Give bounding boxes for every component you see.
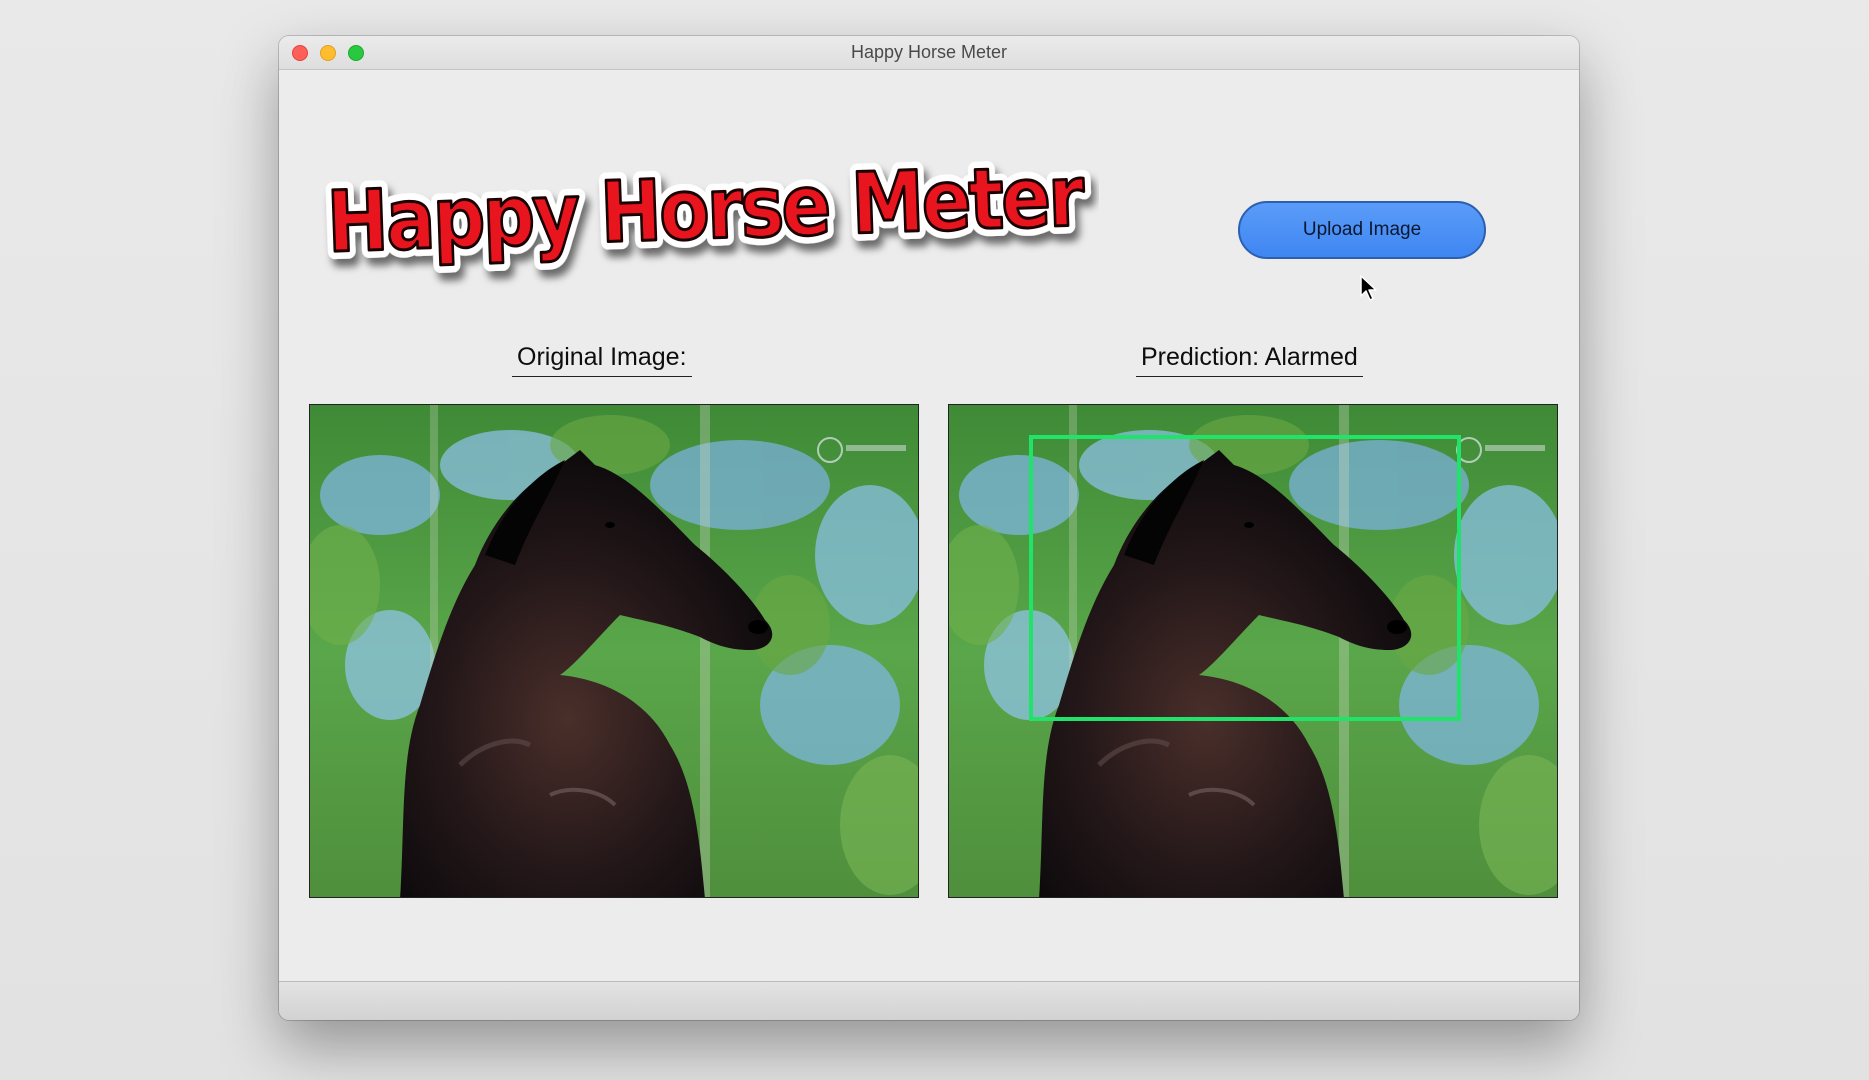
mouse-pointer-icon — [1359, 274, 1379, 302]
app-logo: Happy Horse Meter Happy Horse Meter — [319, 126, 1099, 296]
detection-bounding-box — [1029, 435, 1461, 721]
original-image — [309, 404, 919, 898]
prediction-image — [948, 404, 1558, 898]
logo-text: Happy Horse Meter — [325, 147, 1086, 271]
title-bar[interactable]: Happy Horse Meter — [279, 36, 1579, 70]
original-image-caption: Original Image: — [512, 342, 692, 377]
minimize-icon[interactable] — [320, 45, 336, 61]
maximize-icon[interactable] — [348, 45, 364, 61]
upload-image-button[interactable]: Upload Image — [1238, 201, 1486, 259]
desktop: Happy Horse Meter Happy Horse Meter Happ… — [0, 0, 1869, 1080]
close-icon[interactable] — [292, 45, 308, 61]
window-title: Happy Horse Meter — [850, 42, 1008, 62]
status-bar — [279, 982, 1579, 1020]
prediction-caption: Prediction: Alarmed — [1136, 342, 1363, 377]
app-window: Happy Horse Meter Happy Horse Meter Happ… — [279, 36, 1579, 1020]
